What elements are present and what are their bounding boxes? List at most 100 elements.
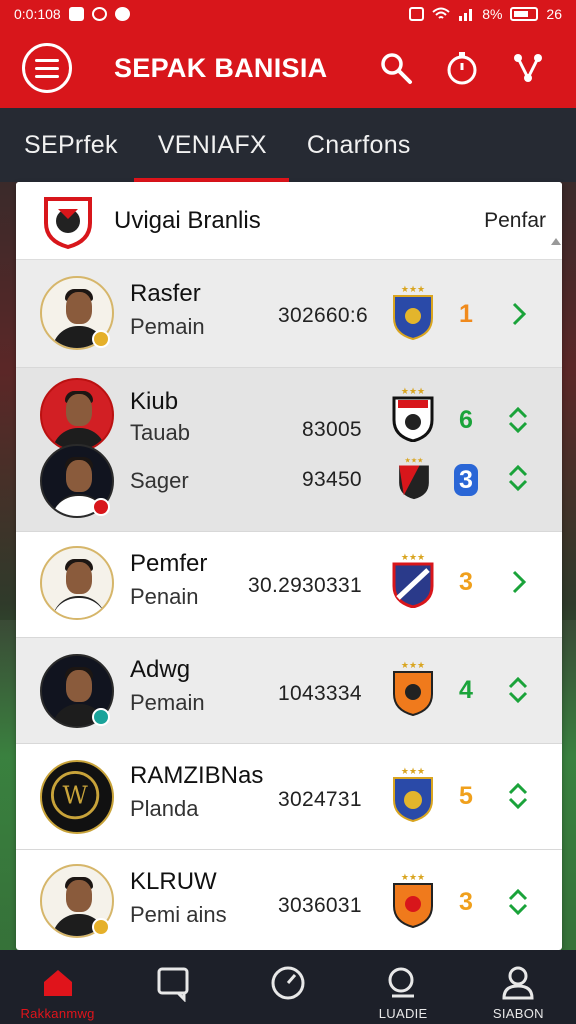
svg-text:★★★: ★★★	[405, 456, 424, 464]
sort-updown-icon[interactable]	[506, 782, 530, 810]
badge-icon	[92, 708, 110, 726]
tab-charfons[interactable]: Cnarfons	[307, 108, 411, 182]
player-number: 83005	[302, 418, 362, 441]
share-icon[interactable]	[510, 50, 546, 86]
player-role: Pemi ains	[130, 902, 227, 927]
rank-badge: 6	[459, 405, 473, 434]
app-title: SEPAK BANISIA	[114, 52, 328, 83]
rank-badge: 3	[454, 464, 478, 496]
rank-badge: 3	[459, 887, 473, 916]
team-crest-icon: ★★★	[393, 872, 433, 928]
list-item-group[interactable]: Kiub Tauab 83005 ★★★ 6 Sager 93450 ★★★ 3	[16, 368, 562, 532]
sort-updown-icon[interactable]	[506, 464, 530, 492]
wifi-icon	[432, 7, 450, 19]
nav-label: LUADIE	[378, 1006, 428, 1021]
chat-icon	[157, 967, 189, 1002]
svg-text:★★★: ★★★	[401, 386, 425, 396]
player-role: Tauab	[130, 420, 190, 445]
profile-icon	[502, 966, 534, 1000]
rank-badge: 1	[459, 299, 473, 328]
home-icon	[43, 970, 72, 996]
list-item[interactable]: Pemfer Penain 30.2930331 ★★★ 3	[16, 532, 562, 638]
nav-label: Rakkanmwg	[20, 1006, 95, 1021]
player-number: 302660:6	[278, 304, 368, 327]
player-role: Planda	[130, 796, 199, 821]
message-icon	[114, 7, 130, 21]
search-icon[interactable]	[378, 50, 414, 86]
nav-item-search[interactable]: LUADIE	[348, 950, 458, 1021]
status-right-text: 26	[546, 6, 562, 22]
player-name: Kiub	[130, 388, 179, 415]
club-logo-icon	[44, 196, 92, 249]
chevron-right-icon[interactable]	[506, 568, 530, 596]
nav-item-gauge[interactable]	[233, 950, 343, 1006]
status-time: 0:0:108	[14, 6, 61, 22]
svg-text:★★★: ★★★	[401, 872, 425, 882]
panel-filter[interactable]: Penfar	[484, 209, 546, 233]
avatar	[40, 546, 114, 620]
svg-text:★★★: ★★★	[401, 552, 425, 562]
search-icon	[388, 967, 415, 998]
notification-icon	[91, 7, 107, 21]
panel-header: Uvigai Branlis Penfar	[16, 182, 562, 260]
player-number: 3036031	[278, 894, 362, 917]
player-name: RAMZIBNas	[130, 762, 264, 789]
menu-button[interactable]	[22, 43, 72, 93]
team-crest-icon: ★★★	[399, 456, 429, 500]
list-item[interactable]: Adwg Pemain 1043334 ★★★ 4	[16, 638, 562, 744]
player-role: Sager	[130, 468, 189, 493]
nav-item-profile[interactable]: SIABON	[463, 950, 573, 1021]
avatar	[40, 378, 114, 452]
player-name: Pemfer	[130, 550, 208, 577]
menu-icon	[35, 58, 59, 62]
team-crest-icon: ★★★	[392, 552, 434, 608]
list-item[interactable]: W RAMZIBNas Planda 3024731 ★★★ 5	[16, 744, 562, 850]
player-role: Pemain	[130, 690, 205, 715]
player-name: KLRUW	[130, 868, 217, 895]
team-crest-icon: ★★★	[393, 660, 433, 716]
stopwatch-icon[interactable]	[444, 50, 480, 86]
player-number: 1043334	[278, 682, 362, 705]
badge-icon	[92, 330, 110, 348]
svg-text:★★★: ★★★	[401, 766, 425, 776]
team-crest-icon: ★★★	[393, 766, 433, 822]
team-crest-icon: ★★★	[392, 386, 434, 442]
battery-percent: 8%	[482, 6, 503, 22]
sort-updown-icon[interactable]	[506, 888, 530, 916]
tab-sepafek[interactable]: SEPrfek	[24, 108, 118, 182]
tab-bar: SEPrfek VENIAFX Cnarfons	[0, 108, 576, 182]
svg-text:★★★: ★★★	[401, 284, 425, 294]
sort-updown-icon[interactable]	[506, 406, 530, 434]
battery-icon	[510, 7, 539, 21]
chevron-right-icon[interactable]	[506, 300, 530, 328]
nav-item-chat[interactable]	[118, 950, 228, 1006]
player-name: Rasfer	[130, 280, 201, 307]
badge-icon	[92, 498, 110, 516]
svg-text:★★★: ★★★	[401, 660, 425, 670]
rank-badge: 5	[459, 781, 473, 810]
nav-item-home[interactable]: Rakkanmwg	[3, 950, 113, 1021]
list-item[interactable]: KLRUW Pemi ains 3036031 ★★★ 3	[16, 850, 562, 950]
nav-label: SIABON	[492, 1006, 544, 1021]
player-role: Pemain	[130, 314, 205, 339]
team-crest-icon: ★★★	[393, 284, 433, 340]
status-bar: 0:0:108 8% 26	[0, 0, 576, 28]
list-item[interactable]: Rasfer Pemain 302660:6 ★★★ 1	[16, 260, 562, 368]
mute-icon	[409, 7, 425, 21]
player-number: 30.2930331	[248, 574, 362, 597]
app-bar: SEPAK BANISIA	[0, 28, 576, 108]
rank-badge: 4	[459, 675, 473, 704]
player-role: Penain	[130, 584, 199, 609]
svg-text:W: W	[62, 781, 88, 810]
panel-title: Uvigai Branlis	[114, 206, 261, 234]
tab-veniafx[interactable]: VENIAFX	[133, 108, 289, 182]
badge-icon	[92, 918, 110, 936]
sort-updown-icon[interactable]	[506, 676, 530, 704]
player-name: Adwg	[130, 656, 191, 683]
avatar: W	[40, 760, 114, 834]
signal-icon	[459, 9, 473, 21]
player-list-panel: Uvigai Branlis Penfar Rasfer Pemain 3026…	[16, 182, 562, 950]
gallery-icon	[68, 7, 84, 21]
gauge-icon	[271, 966, 305, 1000]
rank-badge: 3	[459, 567, 473, 596]
